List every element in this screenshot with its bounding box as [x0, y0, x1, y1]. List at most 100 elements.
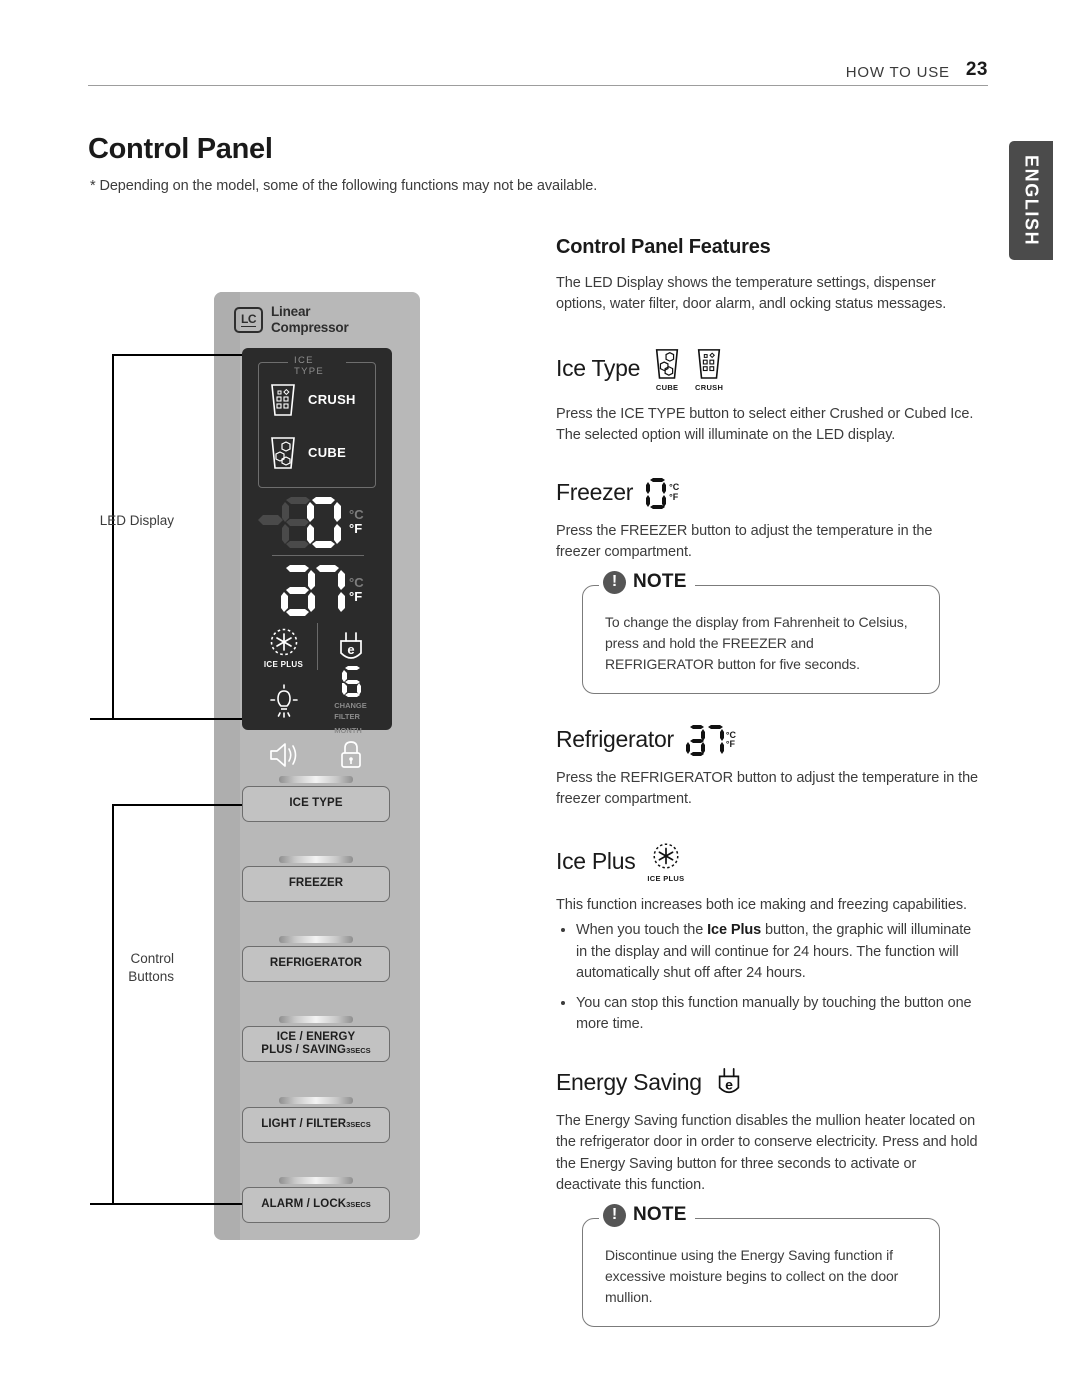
- language-tab: ENGLISH: [1009, 141, 1053, 260]
- lf-label: LIGHT / FILTER: [261, 1118, 347, 1131]
- note-body-temperature-unit: To change the display from Fahrenheit to…: [605, 613, 908, 672]
- feature-heading-freezer: Freezer °C °F: [556, 477, 980, 509]
- cube-label: CUBE: [308, 444, 347, 460]
- panel-button-alarm-lock-label: ALARM / LOCK3SECS: [261, 1198, 371, 1211]
- features-section-intro: The LED Display shows the temperature se…: [556, 275, 947, 313]
- leader-buttons-bottom: [112, 1203, 242, 1205]
- lock-icon: [340, 741, 361, 768]
- leader-led-top: [112, 354, 242, 356]
- led-display: ICE TYPE CRUSH CUBE °C °F °C °F ICE PLUS…: [242, 348, 392, 768]
- lock-status-cell: [317, 739, 384, 771]
- ice-plus-body: This function increases both ice making …: [556, 897, 967, 914]
- ice-type-body: Press the ICE TYPE button to select eith…: [556, 406, 974, 444]
- alarm-status-cell: [250, 740, 317, 770]
- cube-icon-group: CUBE: [652, 345, 682, 392]
- cube-icon-caption: CUBE: [655, 383, 679, 393]
- ice-type-cube-row: CUBE: [267, 433, 346, 471]
- freezer-temp-readout: °C °F: [254, 496, 364, 548]
- callout-control-buttons-line-2: Buttons: [128, 969, 174, 985]
- ice-plus-icon-caption: ICE PLUS: [647, 874, 685, 884]
- control-panel-diagram: LC Linear Compressor ICE TYPE CRUSH CUBE…: [90, 292, 420, 1242]
- note-header-temperature-unit: ! NOTE: [599, 570, 695, 594]
- lf-secs: 3SECS: [346, 1120, 371, 1130]
- freezer-digit-zero-icon: [646, 477, 667, 509]
- lc-line-1: Linear: [271, 304, 311, 319]
- energy-saving-body: The Energy Saving function disables the …: [556, 1113, 978, 1193]
- features-column: Control Panel Features The LED Display s…: [556, 236, 980, 1327]
- energy-saving-status-cell: e: [317, 629, 384, 665]
- panel-button-light-filter[interactable]: LIGHT / FILTER3SECS: [242, 1097, 390, 1143]
- panel-button-freezer[interactable]: FREEZER: [242, 856, 390, 902]
- note-exclamation-icon: !: [603, 1203, 626, 1227]
- fridge-units: °C °F: [349, 576, 364, 603]
- panel-button-refrigerator-label: REFRIGERATOR: [269, 957, 363, 970]
- button-indicator-alarm-lock: [279, 1177, 353, 1184]
- linear-compressor-badge: LC Linear Compressor: [234, 304, 349, 337]
- page-intro-note: * Depending on the model, some of the fo…: [90, 178, 598, 194]
- leader-buttons-stub: [90, 1203, 114, 1205]
- leader-led-stub: [90, 718, 114, 720]
- header-section-label: HOW TO USE: [845, 64, 950, 81]
- ice-type-caption: ICE TYPE: [288, 355, 346, 377]
- panel-button-ice-type-label: ICE TYPE: [289, 797, 343, 810]
- refrigerator-heading-text: Refrigerator: [556, 726, 674, 753]
- light-status-cell: [250, 683, 317, 719]
- panel-button-alarm-lock[interactable]: ALARM / LOCK3SECS: [242, 1177, 390, 1223]
- callout-control-buttons: Control Buttons: [14, 950, 174, 986]
- panel-button-ice-type[interactable]: ICE TYPE: [242, 776, 390, 822]
- crush-label: CRUSH: [308, 391, 356, 407]
- button-indicator-ice-plus-energy-saving: [279, 1016, 353, 1023]
- status-separator-3: [317, 623, 318, 669]
- svg-text:e: e: [347, 642, 354, 657]
- panel-button-ice-plus-energy-saving-label: ICE / ENERGY PLUS / SAVING3SECS: [261, 1031, 370, 1057]
- fridge-seven-segment-digits: [281, 565, 345, 616]
- feature-heading-energy-saving: Energy Saving e: [556, 1065, 980, 1099]
- leader-buttons-vertical: [112, 804, 114, 1204]
- freezer-inline-unit-f: °F: [669, 491, 679, 502]
- leader-led-vertical: [112, 354, 114, 720]
- leader-buttons-top: [112, 804, 242, 806]
- panel-button-light-filter-label: LIGHT / FILTER3SECS: [261, 1118, 370, 1131]
- led-divider: [272, 555, 364, 556]
- panel-button-ice-plus-energy-saving[interactable]: ICE / ENERGY PLUS / SAVING3SECS: [242, 1016, 390, 1062]
- freezer-body: Press the FREEZER button to adjust the t…: [556, 522, 933, 560]
- crush-icon-group: CRUSH: [694, 345, 724, 392]
- page-header: HOW TO USE 23: [88, 56, 988, 86]
- refrigerator-inline-units: °C °F: [726, 730, 736, 750]
- freezer-units: °C °F: [349, 508, 364, 535]
- light-bulb-icon: [269, 684, 298, 718]
- fridge-temp-readout: °C °F: [254, 564, 364, 616]
- language-tab-label: ENGLISH: [1021, 154, 1042, 247]
- ice-plus-heading-text: Ice Plus: [556, 848, 636, 875]
- cube-ice-icon: [655, 349, 679, 380]
- ice-plus-icon-group: ICE PLUS: [647, 840, 684, 883]
- leader-led-bottom: [112, 718, 242, 720]
- filter-line-2: FILTER: [334, 712, 360, 722]
- button-indicator-ice-type: [279, 776, 353, 783]
- note-title-energy-saving: NOTE: [633, 1204, 687, 1226]
- page-title: Control Panel: [88, 133, 273, 165]
- energy-saving-plug-icon: e: [718, 1068, 739, 1094]
- note-header-energy-saving: ! NOTE: [599, 1203, 695, 1227]
- filter-line-3: MONTH: [334, 725, 362, 735]
- ipes-line-2: PLUS / SAVING: [261, 1044, 347, 1056]
- feature-heading-ice-type: Ice Type CUBE CRUSH: [556, 345, 980, 392]
- ice-plus-status-cell: ICE PLUS: [250, 625, 317, 669]
- note-box-temperature-unit: ! NOTE To change the display from Fahren…: [582, 570, 940, 694]
- ice-type-group: ICE TYPE CRUSH CUBE: [258, 355, 376, 488]
- crushed-ice-glass-icon: [271, 384, 295, 416]
- crush-ice-icon: [697, 349, 721, 380]
- energy-saving-plug-icon: e: [339, 632, 362, 659]
- panel-button-refrigerator[interactable]: REFRIGERATOR: [242, 936, 390, 982]
- energy-saving-heading-text: Energy Saving: [556, 1068, 702, 1095]
- fridge-unit-fahrenheit: °F: [349, 589, 363, 604]
- note-title-temperature-unit: NOTE: [633, 571, 687, 593]
- filter-month-digit: [341, 666, 361, 698]
- freezer-unit-fahrenheit: °F: [349, 521, 363, 536]
- refrigerator-value-graphic: °C °F: [685, 724, 736, 756]
- freezer-heading-text: Freezer: [556, 479, 634, 506]
- note-box-energy-saving: ! NOTE Discontinue using the Energy Savi…: [582, 1203, 940, 1327]
- features-section-title: Control Panel Features: [556, 236, 771, 258]
- lc-line-2: Compressor: [271, 320, 349, 336]
- callout-control-buttons-line-1: Control: [130, 951, 174, 966]
